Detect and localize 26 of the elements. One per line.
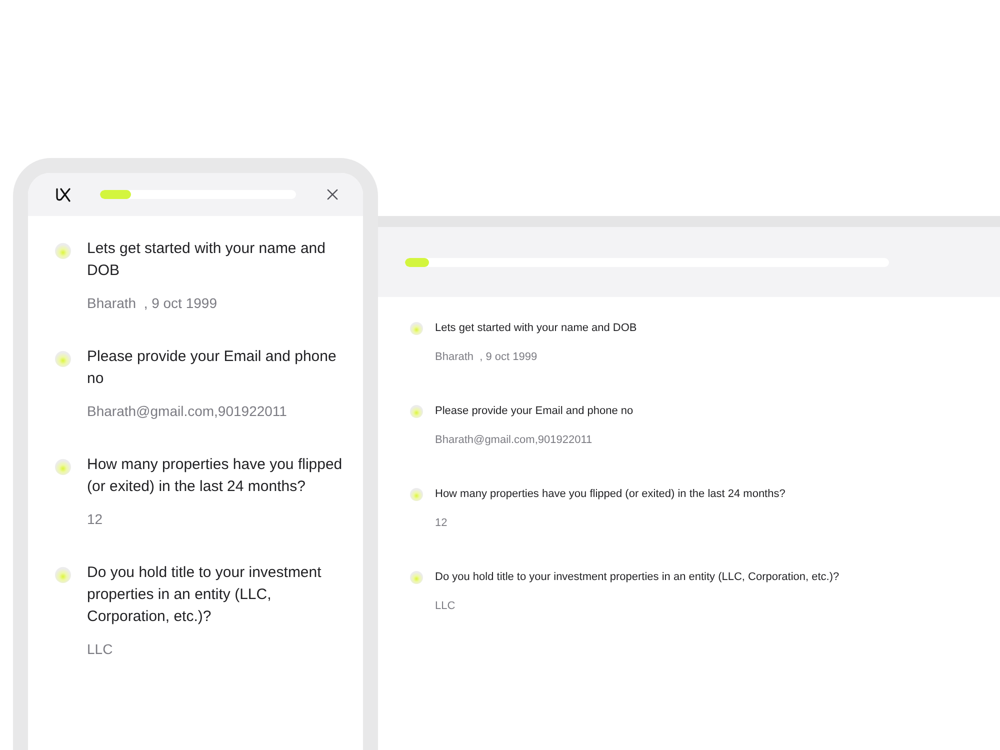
- answer-text: LLC: [435, 599, 456, 614]
- bullet-icon: [410, 404, 423, 418]
- answer-text: Bharath , 9 oct 1999: [87, 294, 217, 313]
- bullet-icon: [410, 488, 423, 500]
- answer-text: Bharath , 9 oct 1999: [435, 350, 538, 365]
- bullet-icon: [410, 322, 423, 334]
- logo-icon: [55, 188, 71, 202]
- bullet-icon: [55, 243, 71, 259]
- answer-text: LLC: [87, 640, 113, 659]
- question-text: Lets get started with your name and DOB: [435, 321, 637, 336]
- bullet-icon: [410, 570, 423, 584]
- close-icon[interactable]: [327, 189, 338, 200]
- question-text: Please provide your Email and phone no: [435, 404, 634, 419]
- question-text: Do you hold title to your investment properties in an entity (LLC, Corporation, etc.)?: [87, 563, 322, 627]
- answer-text: 12: [435, 516, 448, 531]
- question-text: How many properties have you flipped (or exited) in the last 24 months?: [435, 487, 786, 502]
- question-text: Please provide your Email and phone no: [87, 347, 338, 389]
- bullet-icon: [55, 459, 71, 475]
- question-text: Do you hold title to your investment properties in an entity (LLC, Corporation, etc.)?: [435, 570, 840, 585]
- bullet-icon: [55, 567, 71, 583]
- question-text: Lets get started with your name and DOB: [87, 239, 326, 281]
- answer-text: 12: [87, 510, 103, 529]
- question-text: How many properties have you flipped (or exited) in the last 24 months?: [87, 455, 344, 497]
- answer-text: Bharath@gmail.com,901922011: [435, 433, 592, 448]
- bullet-icon: [55, 351, 71, 367]
- answer-text: Bharath@gmail.com,901922011: [87, 402, 287, 421]
